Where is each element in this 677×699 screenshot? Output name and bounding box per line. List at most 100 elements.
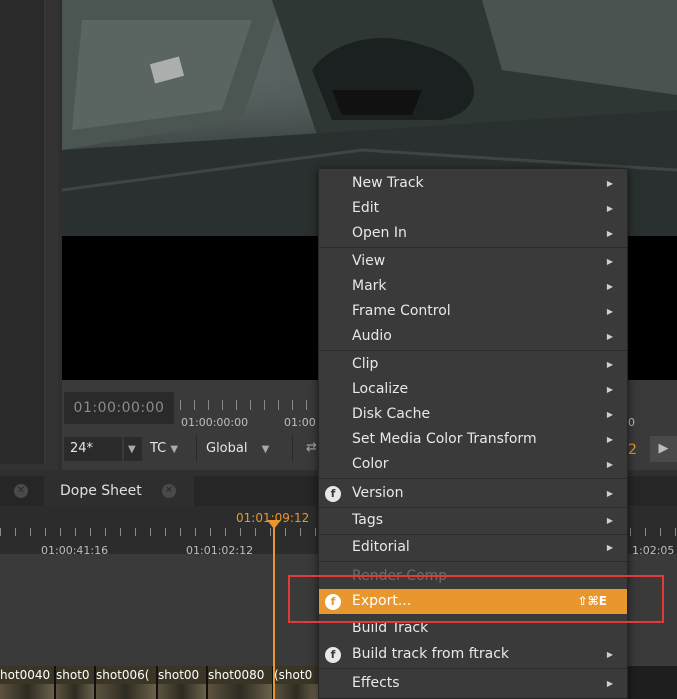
menu-item-clip[interactable]: Clip ▶ <box>319 352 627 377</box>
menu-item-label: Version <box>352 485 404 501</box>
menu-item-open-in[interactable]: Open In ▶ <box>319 221 627 246</box>
submenu-arrow-icon: ▶ <box>606 650 613 659</box>
play-button[interactable]: ▶ <box>650 436 677 462</box>
playhead-handle[interactable] <box>267 520 281 529</box>
clip-thumbnail <box>274 684 318 699</box>
clip-thumbnail <box>0 684 54 699</box>
chevron-down-icon: ▼ <box>170 444 179 455</box>
viewer-ruler[interactable] <box>180 400 320 410</box>
clip[interactable]: hot0040 <box>0 666 56 699</box>
submenu-arrow-icon: ▶ <box>606 435 613 444</box>
menu-item-mark[interactable]: Mark ▶ <box>319 274 627 299</box>
timecode-display[interactable]: 01:00:00:00 <box>64 392 174 424</box>
clip-label: shot0 <box>56 668 90 682</box>
divider <box>196 436 197 462</box>
close-tab-icon[interactable]: ✕ <box>162 484 176 498</box>
menu-item-audio[interactable]: Audio ▶ <box>319 324 627 349</box>
left-panel-content <box>0 0 45 464</box>
clip[interactable]: shot006( <box>96 666 158 699</box>
submenu-arrow-icon: ▶ <box>606 489 613 498</box>
submenu-arrow-icon: ▶ <box>606 307 613 316</box>
menu-item-edit[interactable]: Edit ▶ <box>319 196 627 221</box>
submenu-arrow-icon: ▶ <box>606 385 613 394</box>
divider <box>292 436 293 462</box>
clip[interactable]: shot0080 <box>208 666 274 699</box>
clip-label: hot0040 <box>0 668 51 682</box>
clip[interactable]: shot0 <box>56 666 96 699</box>
annotation-highlight-box <box>288 575 664 623</box>
tc-mode-select[interactable]: TC ▼ <box>150 437 178 461</box>
menu-item-view[interactable]: View ▶ <box>319 249 627 274</box>
scope-value: Global <box>206 441 248 456</box>
menu-item-label: Open In <box>352 225 407 241</box>
clip[interactable]: (shot0 <box>274 666 320 699</box>
tc-mode-value: TC <box>150 441 167 456</box>
submenu-arrow-icon: ▶ <box>606 204 613 213</box>
menu-item-label: Tags <box>352 512 383 528</box>
menu-separator <box>319 247 627 248</box>
submenu-arrow-icon: ▶ <box>606 543 613 552</box>
menu-item-localize[interactable]: Localize ▶ <box>319 377 627 402</box>
menu-item-frame-control[interactable]: Frame Control ▶ <box>319 299 627 324</box>
menu-item-label: Edit <box>352 200 380 216</box>
sync-icon[interactable]: ⇄ <box>306 440 317 455</box>
clip-label: shot006( <box>96 668 150 682</box>
submenu-arrow-icon: ▶ <box>606 282 613 291</box>
chevron-down-icon: ▼ <box>261 444 270 455</box>
menu-item-color[interactable]: Color ▶ <box>319 452 627 477</box>
clip-label: shot00 <box>158 668 200 682</box>
submenu-arrow-icon: ▶ <box>606 332 613 341</box>
submenu-arrow-icon: ▶ <box>606 410 613 419</box>
viewer-ruler-tc-end: 0 <box>628 416 635 429</box>
play-icon: ▶ <box>658 441 669 456</box>
submenu-arrow-icon: ▶ <box>606 679 613 688</box>
fps-value: 24* <box>70 441 94 456</box>
ftrack-icon: f <box>325 647 341 663</box>
clip-thumbnail <box>158 684 206 699</box>
submenu-arrow-icon: ▶ <box>606 257 613 266</box>
menu-separator <box>319 350 627 351</box>
menu-item-label: Editorial <box>352 539 410 555</box>
menu-item-label: Set Media Color Transform <box>352 431 537 447</box>
submenu-arrow-icon: ▶ <box>606 460 613 469</box>
viewer-ruler-tc-next: 01:00 <box>284 416 316 429</box>
clip-thumbnail <box>96 684 156 699</box>
clip-label: shot0080 <box>208 668 265 682</box>
menu-item-label: Build track from ftrack <box>352 646 510 662</box>
menu-separator <box>319 478 627 479</box>
menu-item-label: Disk Cache <box>352 406 431 422</box>
menu-item-label: Frame Control <box>352 303 451 319</box>
submenu-arrow-icon: ▶ <box>606 516 613 525</box>
close-tab-icon[interactable]: ✕ <box>14 484 28 498</box>
menu-item-label: Mark <box>352 278 387 294</box>
clip-label: (shot0 <box>274 668 313 682</box>
menu-item-tags[interactable]: Tags ▶ <box>319 508 627 533</box>
menu-separator <box>319 561 627 562</box>
menu-item-editorial[interactable]: Editorial ▶ <box>319 535 627 560</box>
menu-item-disk-cache[interactable]: Disk Cache ▶ <box>319 402 627 427</box>
fps-select[interactable]: 24* <box>64 437 122 461</box>
submenu-arrow-icon: ▶ <box>606 229 613 238</box>
menu-item-effects[interactable]: Effects ▶ <box>319 671 627 696</box>
ftrack-icon: f <box>325 486 341 502</box>
clip[interactable]: shot00 <box>158 666 208 699</box>
menu-item-label: Audio <box>352 328 392 344</box>
menu-item-label: Color <box>352 456 389 472</box>
menu-item-version[interactable]: f Version ▶ <box>319 481 627 506</box>
fps-dropdown-button[interactable]: ▼ <box>124 437 142 461</box>
tab-dope-sheet-label: Dope Sheet <box>60 483 142 499</box>
menu-item-label: Effects <box>352 675 400 691</box>
menu-item-label: View <box>352 253 386 269</box>
submenu-arrow-icon: ▶ <box>606 360 613 369</box>
frame-value-right: 2 <box>628 442 637 458</box>
menu-item-label: Clip <box>352 356 379 372</box>
playhead[interactable] <box>273 520 275 699</box>
scope-select[interactable]: Global ▼ <box>206 437 269 461</box>
menu-separator <box>319 668 627 669</box>
viewer-ruler-tc-start: 01:00:00:00 <box>181 416 249 429</box>
menu-item-set-media-color-transform[interactable]: Set Media Color Transform ▶ <box>319 427 627 452</box>
chevron-down-icon: ▼ <box>128 444 136 455</box>
menu-item-label: New Track <box>352 175 424 191</box>
menu-item-new-track[interactable]: New Track ▶ <box>319 171 627 196</box>
menu-item-build-track-from-ftrack[interactable]: f Build track from ftrack ▶ <box>319 642 627 667</box>
